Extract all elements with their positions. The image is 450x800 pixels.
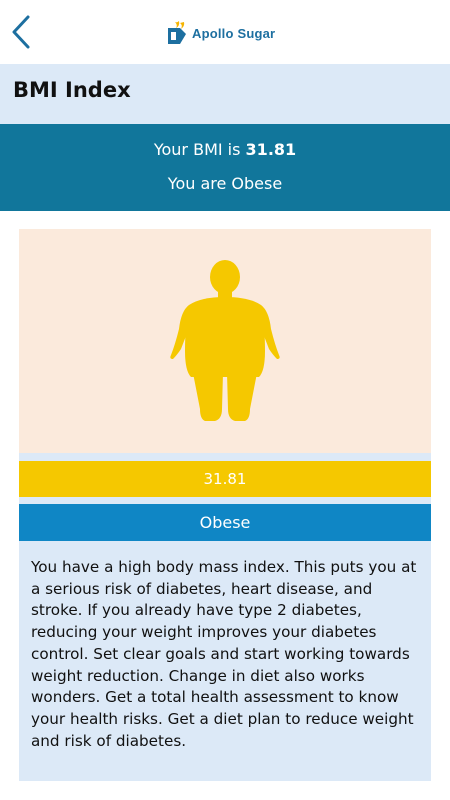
brand-name: Apollo Sugar [192, 25, 276, 41]
brand: Apollo Sugar [166, 18, 275, 48]
apollo-sugar-logo [168, 21, 186, 44]
figure-panel [19, 229, 431, 453]
bmi-category-bar: Obese [19, 504, 431, 541]
page-title: BMI Index [13, 78, 131, 102]
obese-body-figure-icon [170, 260, 280, 421]
bmi-result-prefix: Your BMI is [153, 140, 246, 159]
bmi-value-bar: 31.81 [19, 461, 431, 497]
bmi-advice-text: You have a high body mass index. This pu… [31, 558, 417, 750]
bmi-result-line: Your BMI is 31.81 [0, 140, 450, 159]
bmi-result-value: 31.81 [245, 140, 297, 159]
app-top-bar: Apollo Sugar [0, 0, 450, 65]
bmi-category-sentence: You are Obese [167, 174, 283, 193]
bmi-detail-card: 31.81 Obese You have a high body mass in… [19, 229, 431, 781]
page-header: BMI Index [0, 64, 450, 124]
back-button[interactable] [6, 12, 36, 52]
bmi-result-banner: Your BMI is 31.81 You are Obese [0, 124, 450, 211]
chevron-left-icon [12, 15, 30, 49]
